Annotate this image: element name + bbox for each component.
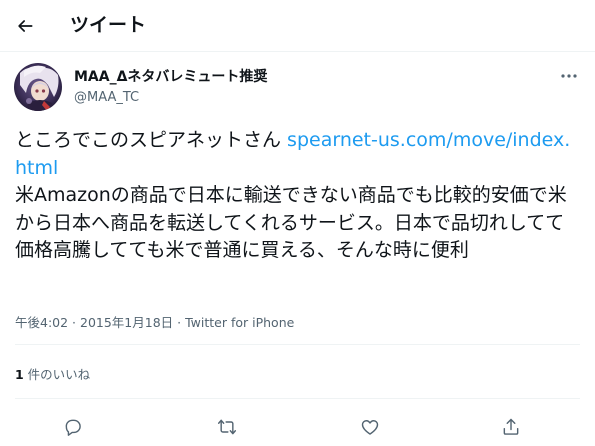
reply-icon [65, 419, 81, 436]
likes-summary[interactable]: 1 件のいいね [15, 366, 90, 384]
more-dots-icon [561, 74, 577, 78]
display-name[interactable]: MAA_Δネタバレミュート推奨 [74, 68, 267, 86]
tweet-text-intro: ところでこのスピアネットさん [15, 129, 288, 151]
action-bar [0, 404, 595, 446]
divider [15, 344, 580, 345]
back-button[interactable] [8, 9, 42, 43]
likes-count: 1 [15, 367, 24, 382]
timestamp[interactable]: 午後4:02 · 2015年1月18日 · [15, 315, 185, 330]
like-button[interactable] [353, 410, 387, 444]
tweet-source[interactable]: Twitter for iPhone [185, 315, 294, 330]
arrow-left-icon [18, 20, 33, 32]
avatar-image [14, 63, 62, 111]
user-handle[interactable]: @MAA_TC [74, 89, 139, 107]
tweet-text: ところでこのスピアネットさん spearnet-us.com/move/inde… [15, 127, 575, 265]
share-button[interactable] [494, 410, 528, 444]
tweet-metadata: 午後4:02 · 2015年1月18日 · Twitter for iPhone [15, 314, 294, 332]
more-options-button[interactable] [556, 66, 582, 86]
header: ツイート [0, 0, 595, 52]
avatar[interactable] [14, 63, 62, 111]
like-icon [361, 420, 379, 435]
divider [15, 398, 580, 399]
tweet-text-body: 米Amazonの商品で日本に輸送できない商品でも比較的安価で米から日本へ商品を転… [15, 184, 567, 261]
retweet-button[interactable] [210, 410, 244, 444]
retweet-icon [217, 419, 237, 435]
reply-button[interactable] [56, 410, 90, 444]
share-icon [503, 418, 519, 435]
likes-label: 件のいいね [23, 367, 91, 382]
page-title: ツイート [70, 14, 147, 36]
